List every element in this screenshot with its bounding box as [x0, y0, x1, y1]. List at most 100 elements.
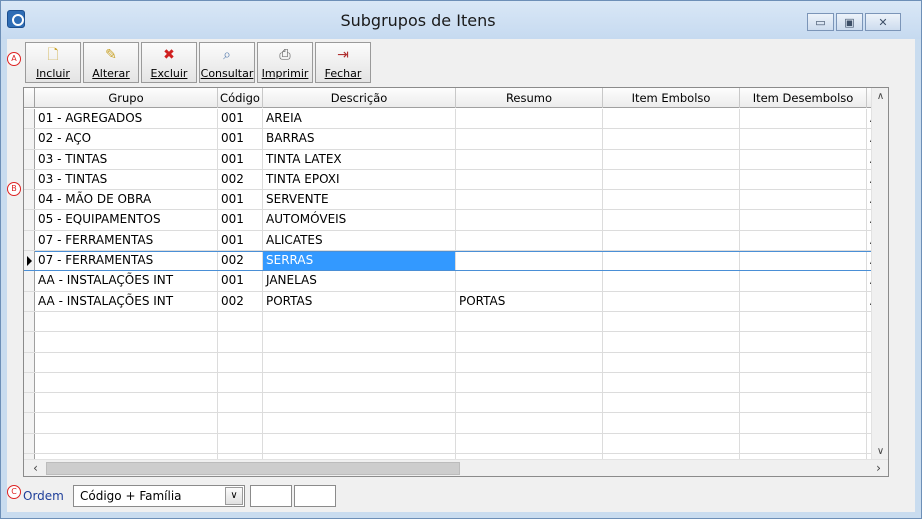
table-cell[interactable]: 001 — [218, 190, 263, 210]
table-cell[interactable]: 03 - TINTAS — [35, 149, 218, 169]
table-cell[interactable]: TINTA EPOXI — [263, 169, 456, 190]
table-cell[interactable]: 001 — [218, 230, 263, 251]
table-cell[interactable] — [456, 129, 603, 149]
table-cell[interactable] — [218, 433, 263, 454]
table-cell[interactable] — [35, 372, 218, 393]
table-cell[interactable] — [603, 109, 740, 129]
table-cell[interactable] — [740, 251, 867, 271]
table-cell[interactable] — [456, 109, 603, 129]
table-cell[interactable] — [603, 352, 740, 372]
table-cell[interactable] — [456, 210, 603, 230]
table-cell[interactable]: 01 - AGREGADOS — [35, 109, 218, 129]
table-row[interactable]: 05 - EQUIPAMENTOS001AUTOMÓVEISA — [24, 210, 884, 231]
table-cell[interactable] — [35, 393, 218, 413]
table-cell[interactable]: 002 — [218, 251, 263, 271]
table-cell[interactable]: 001 — [218, 149, 263, 169]
table-cell[interactable] — [740, 271, 867, 291]
column-header[interactable]: Grupo — [35, 88, 218, 108]
table-row[interactable]: AA - INSTALAÇÕES INT002PORTASPORTASA — [24, 291, 884, 312]
table-cell[interactable]: 001 — [218, 210, 263, 230]
table-cell[interactable]: AA - INSTALAÇÕES INT — [35, 291, 218, 311]
table-row[interactable] — [24, 413, 884, 434]
table-cell[interactable]: 001 — [218, 109, 263, 129]
table-cell[interactable] — [263, 332, 456, 352]
table-row[interactable] — [24, 433, 884, 455]
table-cell[interactable] — [603, 311, 740, 332]
table-cell[interactable]: 002 — [218, 169, 263, 190]
table-cell[interactable]: AREIA — [263, 109, 456, 129]
table-cell[interactable]: 03 - TINTAS — [35, 169, 218, 190]
table-cell[interactable] — [218, 311, 263, 332]
table-cell[interactable] — [740, 352, 867, 372]
imprimir-button[interactable]: ⎙ Imprimir — [257, 42, 313, 83]
table-cell[interactable] — [263, 433, 456, 454]
table-cell[interactable] — [456, 271, 603, 291]
table-cell[interactable] — [740, 190, 867, 210]
vertical-scrollbar[interactable]: ∧ ∨ — [871, 88, 888, 460]
table-cell[interactable] — [740, 149, 867, 169]
table-cell[interactable] — [35, 311, 218, 332]
chevron-down-icon[interactable]: ∨ — [225, 487, 243, 505]
scroll-up-icon[interactable]: ∧ — [872, 88, 888, 105]
table-cell[interactable] — [603, 332, 740, 352]
table-cell[interactable] — [263, 311, 456, 332]
table-cell[interactable] — [740, 311, 867, 332]
table-row[interactable]: 07 - FERRAMENTAS002SERRASA — [24, 251, 884, 272]
column-header[interactable]: Descrição — [263, 88, 456, 108]
table-cell[interactable] — [218, 393, 263, 413]
table-cell[interactable] — [740, 210, 867, 230]
table-cell[interactable] — [740, 433, 867, 454]
table-cell[interactable]: PORTAS — [263, 291, 456, 311]
table-cell[interactable] — [603, 393, 740, 413]
table-cell[interactable] — [740, 169, 867, 190]
table-cell[interactable] — [35, 332, 218, 352]
table-cell[interactable]: 002 — [218, 291, 263, 311]
column-header[interactable]: Código — [218, 88, 263, 108]
minimize-button[interactable]: ▭ — [807, 13, 834, 31]
column-header[interactable]: Item Desembolso — [740, 88, 867, 108]
table-cell[interactable] — [740, 372, 867, 393]
table-cell[interactable]: TINTA LATEX — [263, 149, 456, 169]
table-cell[interactable] — [456, 230, 603, 251]
table-cell[interactable]: 04 - MÃO DE OBRA — [35, 190, 218, 210]
table-cell[interactable] — [456, 352, 603, 372]
fechar-button[interactable]: ⇥ Fechar — [315, 42, 371, 83]
table-cell[interactable]: JANELAS — [263, 271, 456, 291]
filter-field-2[interactable] — [294, 485, 336, 507]
table-cell[interactable] — [603, 129, 740, 149]
column-header[interactable]: Item Embolso — [603, 88, 740, 108]
table-cell[interactable]: SERRAS — [263, 251, 456, 271]
table-cell[interactable] — [603, 291, 740, 311]
table-cell[interactable]: AUTOMÓVEIS — [263, 210, 456, 230]
table-cell[interactable] — [740, 230, 867, 251]
table-cell[interactable] — [218, 413, 263, 433]
table-cell[interactable] — [740, 291, 867, 311]
table-cell[interactable]: AA - INSTALAÇÕES INT — [35, 271, 218, 291]
table-row[interactable]: 03 - TINTAS001TINTA LATEXA — [24, 149, 884, 170]
table-cell[interactable] — [603, 230, 740, 251]
table-cell[interactable] — [740, 413, 867, 433]
table-cell[interactable]: BARRAS — [263, 129, 456, 149]
table-cell[interactable] — [603, 372, 740, 393]
table-cell[interactable] — [263, 393, 456, 413]
table-cell[interactable]: 07 - FERRAMENTAS — [35, 230, 218, 251]
table-cell[interactable] — [218, 352, 263, 372]
table-cell[interactable]: 05 - EQUIPAMENTOS — [35, 210, 218, 230]
table-cell[interactable] — [603, 251, 740, 271]
table-cell[interactable] — [456, 190, 603, 210]
incluir-button[interactable]: 🗋 Incluir — [25, 42, 81, 83]
table-row[interactable]: 02 - AÇO001BARRASA — [24, 129, 884, 150]
table-cell[interactable] — [740, 332, 867, 352]
table-cell[interactable] — [218, 372, 263, 393]
table-cell[interactable]: PORTAS — [456, 291, 603, 311]
alterar-button[interactable]: ✎ Alterar — [83, 42, 139, 83]
table-row[interactable] — [24, 372, 884, 394]
table-row[interactable]: AA - INSTALAÇÕES INT001JANELASA — [24, 271, 884, 292]
table-cell[interactable] — [603, 149, 740, 169]
table-cell[interactable] — [456, 433, 603, 454]
horizontal-scroll-thumb[interactable] — [46, 462, 460, 475]
scroll-down-icon[interactable]: ∨ — [872, 443, 888, 460]
excluir-button[interactable]: ✖ Excluir — [141, 42, 197, 83]
scroll-right-icon[interactable]: › — [870, 460, 887, 476]
table-cell[interactable]: ALICATES — [263, 230, 456, 251]
